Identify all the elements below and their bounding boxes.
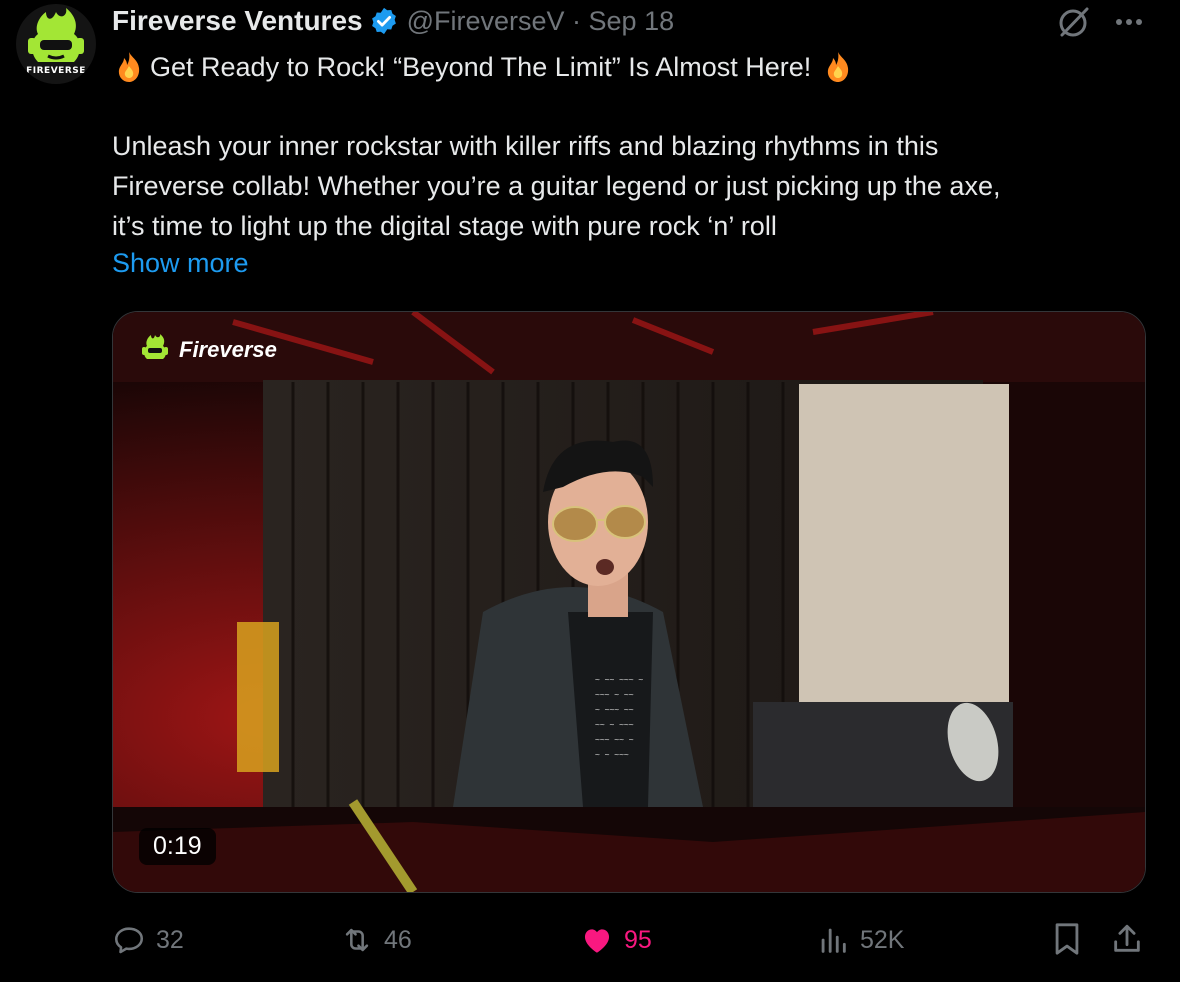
more-icon[interactable] (1112, 8, 1146, 36)
tweet-headline: Get Ready to Rock! “Beyond The Limit” Is… (150, 51, 812, 82)
svg-text:~ ~ ~~~: ~ ~ ~~~ (595, 750, 629, 759)
grok-icon[interactable] (1056, 6, 1092, 38)
avatar-label: FIREVERSE (26, 66, 86, 76)
tweet-body: Unleash your inner rockstar with killer … (112, 131, 1001, 241)
repost-icon (345, 928, 369, 952)
views-icon (821, 928, 846, 953)
reply-button[interactable]: 32 (112, 920, 184, 960)
avatar[interactable]: FIREVERSE (16, 4, 96, 84)
views-button[interactable]: 52K (816, 920, 904, 960)
fireverse-logo-icon (142, 334, 168, 359)
bookmark-icon[interactable] (1050, 920, 1084, 958)
video-thumbnail: ~ ~~ ~~~ ~ ~~~ ~ ~~ ~ ~~~ ~~ ~~ ~ ~~~ ~~~ … (113, 312, 1145, 892)
tweet-headline-line: Get Ready to Rock! “Beyond The Limit” Is… (112, 50, 855, 84)
reply-count: 32 (156, 925, 184, 954)
brand-label: Fireverse (179, 337, 277, 362)
verified-badge-icon[interactable] (369, 6, 399, 36)
repost-count: 46 (384, 925, 412, 954)
share-icon[interactable] (1110, 920, 1144, 958)
svg-text:~~~ ~~ ~: ~~~ ~~ ~ (595, 735, 634, 744)
svg-text:~~ ~ ~~~: ~~ ~ ~~~ (595, 720, 634, 729)
svg-text:~ ~~ ~~~ ~: ~ ~~ ~~~ ~ (595, 675, 643, 684)
reply-icon (114, 927, 144, 954)
svg-text:~ ~~~ ~~: ~ ~~~ ~~ (595, 705, 634, 714)
video-player[interactable]: ~ ~~ ~~~ ~ ~~~ ~ ~~ ~ ~~~ ~~ ~~ ~ ~~~ ~~~ … (112, 311, 1146, 893)
video-duration-badge: 0:19 (139, 828, 216, 865)
fire-emoji-icon (118, 52, 140, 82)
fireverse-brand: Fireverse (137, 332, 277, 368)
like-count: 95 (624, 925, 652, 954)
svg-text:~~~ ~ ~~: ~~~ ~ ~~ (595, 690, 634, 699)
like-button[interactable]: 95 (580, 920, 652, 960)
fire-emoji-icon (828, 52, 849, 82)
show-more-link[interactable]: Show more (112, 248, 249, 279)
views-count: 52K (860, 925, 905, 954)
author-handle-date[interactable]: @FireverseV · Sep 18 (407, 6, 675, 37)
author-name[interactable]: Fireverse Ventures (112, 5, 363, 37)
tweet-header: Fireverse Ventures @FireverseV · Sep 18 (112, 4, 674, 38)
like-icon (584, 929, 610, 953)
repost-button[interactable]: 46 (340, 920, 412, 960)
